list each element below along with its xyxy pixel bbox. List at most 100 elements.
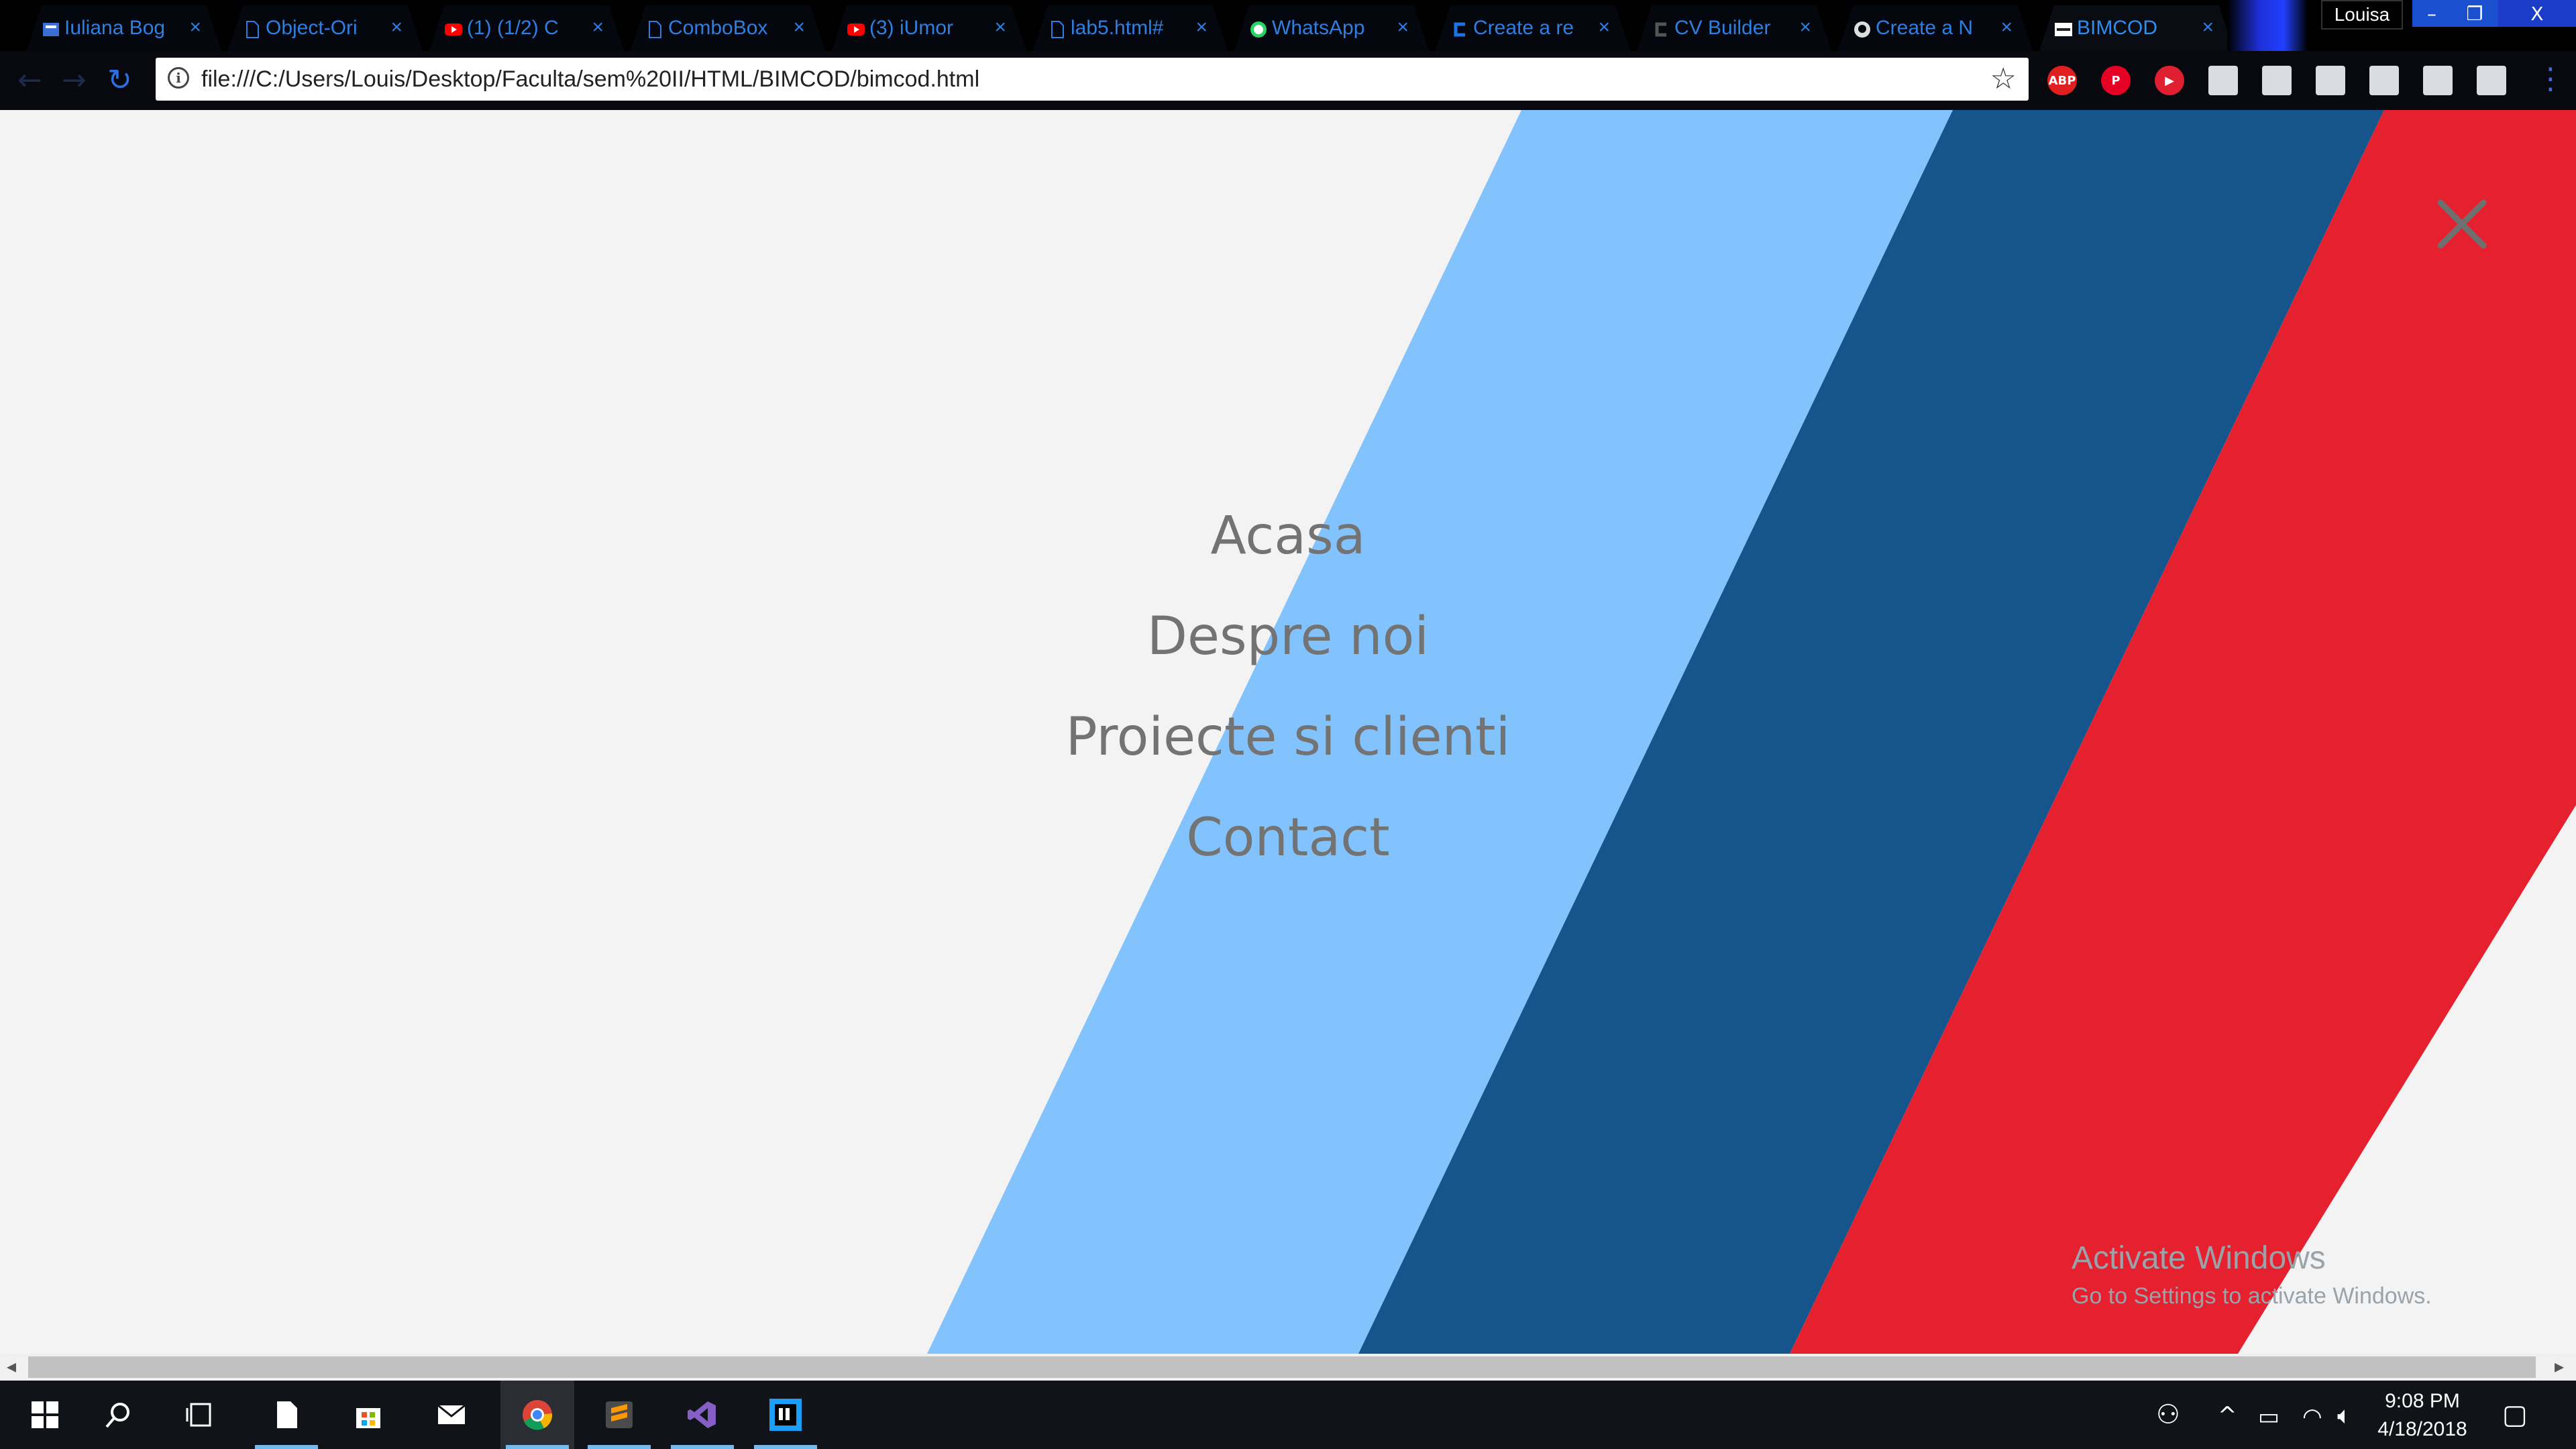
tab-4[interactable]: (3) iUmor × (832, 5, 1026, 51)
visual-studio-icon[interactable] (665, 1381, 739, 1449)
c-logo-icon (1652, 20, 1670, 39)
tab-title: ComboBox (668, 17, 768, 39)
clock[interactable]: 9:08 PM 4/18/2018 (2359, 1387, 2486, 1444)
tab-10[interactable]: BIMCOD × (2039, 5, 2234, 51)
tab-1[interactable]: Object-Ori × (228, 5, 423, 51)
extension-4-icon[interactable] (2369, 66, 2399, 95)
tab-9[interactable]: Create a N × (1838, 5, 2033, 51)
minimize-button[interactable]: – (2412, 0, 2451, 27)
tab-close-icon[interactable]: × (2202, 16, 2214, 39)
tab-8[interactable]: CV Builder × (1637, 5, 1831, 51)
tab-title: Object-Ori (266, 17, 358, 39)
adblock-icon[interactable]: ABP (2047, 66, 2077, 95)
wifi-icon[interactable]: ◠ (2302, 1403, 2322, 1430)
clock-date: 4/18/2018 (2377, 1418, 2467, 1440)
tab-close-icon[interactable]: × (994, 16, 1006, 39)
tab-6[interactable]: WhatsApp × (1234, 5, 1429, 51)
tab-5[interactable]: lab5.html# × (1033, 5, 1228, 51)
tab-title: Create a N (1876, 17, 1974, 39)
navigation-menu: Acasa Despre noi Proiecte si clienti Con… (953, 486, 1623, 888)
mail-icon[interactable] (415, 1381, 488, 1449)
profile-button[interactable]: Louisa (2321, 0, 2403, 30)
start-icon[interactable] (8, 1381, 82, 1449)
search-icon[interactable] (82, 1381, 156, 1449)
scroll-left-arrow-icon[interactable]: ◂ (7, 1355, 16, 1377)
extension-2-icon[interactable] (2262, 66, 2292, 95)
people-icon[interactable]: ⚇ (2156, 1399, 2180, 1430)
activate-windows-subtitle: Go to Settings to activate Windows. (2072, 1283, 2432, 1309)
volume-icon[interactable]: 🔈︎ (2337, 1402, 2352, 1430)
tab-close-icon[interactable]: × (1397, 16, 1409, 39)
close-window-button[interactable]: X (2498, 0, 2576, 27)
tab-title: BIMCOD (2077, 17, 2157, 39)
whatsapp-icon (1249, 20, 1268, 39)
tab-title: Iuliana Bog (64, 17, 165, 39)
page-viewport: Acasa Despre noi Proiecte si clienti Con… (0, 110, 2576, 1354)
document-icon (645, 20, 664, 39)
youtube-icon (444, 20, 463, 39)
tab-close-icon[interactable]: × (2000, 16, 2012, 39)
tray-chevron-icon[interactable]: ^ (2218, 1402, 2237, 1429)
tab-title: CV Builder (1674, 17, 1771, 39)
c-logo-icon (1450, 20, 1469, 39)
tab-0[interactable]: Iuliana Bog × (27, 5, 221, 51)
youtube-icon (847, 20, 865, 39)
chrome-icon[interactable] (500, 1381, 574, 1449)
browser-toolbar: ← → ↻ i file:///C:/Users/Louis/Desktop/F… (0, 51, 2576, 110)
notifications-icon[interactable]: ▢ (2502, 1399, 2528, 1430)
profile-name: Louisa (2334, 4, 2390, 25)
task-view-icon[interactable] (164, 1381, 237, 1449)
extension-6-icon[interactable] (2477, 66, 2506, 95)
tab-2[interactable]: (1) (1/2) C × (429, 5, 624, 51)
scrollbar-thumb[interactable] (28, 1356, 2536, 1378)
github-icon (1853, 20, 1872, 39)
tab-7[interactable]: Create a re × (1436, 5, 1630, 51)
tab-close-icon[interactable]: × (189, 16, 201, 39)
tab-close-icon[interactable]: × (1799, 16, 1811, 39)
notepad-icon[interactable] (250, 1381, 323, 1449)
tab-title: lab5.html# (1071, 17, 1164, 39)
tab-title: (3) iUmor (869, 17, 953, 39)
scroll-right-arrow-icon[interactable]: ▸ (2555, 1355, 2564, 1377)
reload-icon[interactable]: ↻ (107, 63, 132, 97)
activate-windows-title: Activate Windows (2072, 1240, 2326, 1276)
close-icon[interactable] (2434, 196, 2490, 252)
tab-title: WhatsApp (1272, 17, 1365, 39)
tab-close-icon[interactable]: × (793, 16, 805, 39)
document-icon (1048, 20, 1067, 39)
tab-3[interactable]: ComboBox × (631, 5, 825, 51)
more-menu-icon[interactable]: ⋮ (2536, 62, 2565, 96)
info-icon[interactable]: i (168, 67, 189, 89)
menu-link-contact[interactable]: Contact (953, 788, 1623, 888)
menu-link-acasa[interactable]: Acasa (953, 486, 1623, 586)
menu-link-proiecte-si-clienti[interactable]: Proiecte si clienti (953, 687, 1623, 788)
intellij-icon[interactable] (749, 1381, 822, 1449)
battery-icon[interactable]: ▭ (2258, 1403, 2279, 1430)
media-icon[interactable]: ▶ (2155, 66, 2184, 95)
store-icon[interactable] (331, 1381, 405, 1449)
forward-arrow-icon[interactable]: → (62, 63, 87, 97)
sublime-icon[interactable] (582, 1381, 656, 1449)
page-icon (42, 20, 60, 39)
windows-taskbar: ⚇ ^ ▭ ◠ 🔈︎ 9:08 PM 4/18/2018 ▢ (0, 1381, 2576, 1449)
horizontal-scrollbar[interactable]: ◂ ▸ (0, 1354, 2576, 1381)
menu-link-despre-noi[interactable]: Despre noi (953, 586, 1623, 687)
tab-close-icon[interactable]: × (1195, 16, 1208, 39)
activate-windows-watermark: Activate Windows Go to Settings to activ… (2072, 1240, 2432, 1309)
bookmark-star-icon[interactable]: ☆ (1990, 62, 2017, 96)
pinterest-icon[interactable]: P (2101, 66, 2131, 95)
tab-close-icon[interactable]: × (390, 16, 402, 39)
address-bar[interactable]: i file:///C:/Users/Louis/Desktop/Faculta… (156, 58, 2029, 101)
tab-close-icon[interactable]: × (592, 16, 604, 39)
document-icon (243, 20, 262, 39)
maximize-button[interactable]: ❐ (2451, 0, 2498, 27)
extension-3-icon[interactable] (2316, 66, 2345, 95)
bimcod-icon (2054, 20, 2073, 39)
tab-title: Create a re (1473, 17, 1574, 39)
back-arrow-icon[interactable]: ← (17, 63, 42, 97)
tab-title: (1) (1/2) C (467, 17, 559, 39)
tab-close-icon[interactable]: × (1598, 16, 1610, 39)
extension-5-icon[interactable] (2423, 66, 2453, 95)
extension-1-icon[interactable] (2208, 66, 2238, 95)
url-text[interactable]: file:///C:/Users/Louis/Desktop/Faculta/s… (201, 66, 979, 93)
